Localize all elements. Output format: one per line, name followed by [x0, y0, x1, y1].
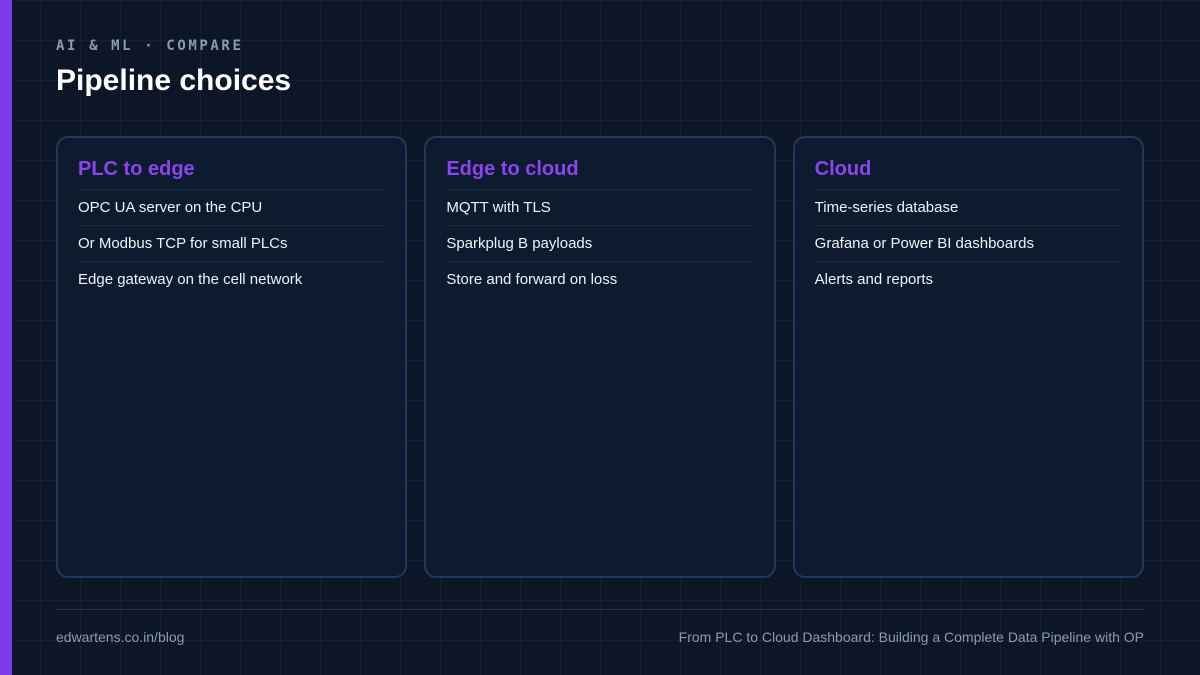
list-item: Sparkplug B payloads [446, 226, 754, 262]
list-item: OPC UA server on the CPU [78, 190, 386, 226]
list-item: Or Modbus TCP for small PLCs [78, 226, 386, 262]
card-edge-to-cloud: Edge to cloud MQTT with TLS Sparkplug B … [424, 136, 776, 578]
card-plc-to-edge: PLC to edge OPC UA server on the CPU Or … [56, 136, 408, 578]
footer-article-title: From PLC to Cloud Dashboard: Building a … [678, 629, 1144, 645]
card-list: OPC UA server on the CPU Or Modbus TCP f… [78, 190, 386, 297]
section-eyebrow: AI & ML · COMPARE [56, 38, 244, 54]
list-item: Store and forward on loss [446, 271, 618, 288]
footer-divider [56, 609, 1144, 610]
card-title: Cloud [814, 156, 1122, 190]
card-title: Edge to cloud [446, 156, 754, 190]
list-item: Alerts and reports [814, 271, 934, 288]
list-item: MQTT with TLS [446, 190, 754, 226]
comparison-cards: PLC to edge OPC UA server on the CPU Or … [56, 136, 1144, 578]
card-title: PLC to edge [78, 156, 386, 190]
list-item: Grafana or Power BI dashboards [814, 226, 1122, 262]
card-cloud: Cloud Time-series database Grafana or Po… [792, 136, 1144, 578]
accent-bar [0, 0, 12, 675]
footer-site-url: edwartens.co.in/blog [56, 629, 185, 645]
card-list: MQTT with TLS Sparkplug B payloads Store… [446, 190, 754, 297]
list-item: Edge gateway on the cell network [78, 271, 303, 288]
page-title: Pipeline choices [56, 64, 292, 97]
card-list: Time-series database Grafana or Power BI… [814, 190, 1122, 297]
list-item: Time-series database [814, 190, 1122, 226]
